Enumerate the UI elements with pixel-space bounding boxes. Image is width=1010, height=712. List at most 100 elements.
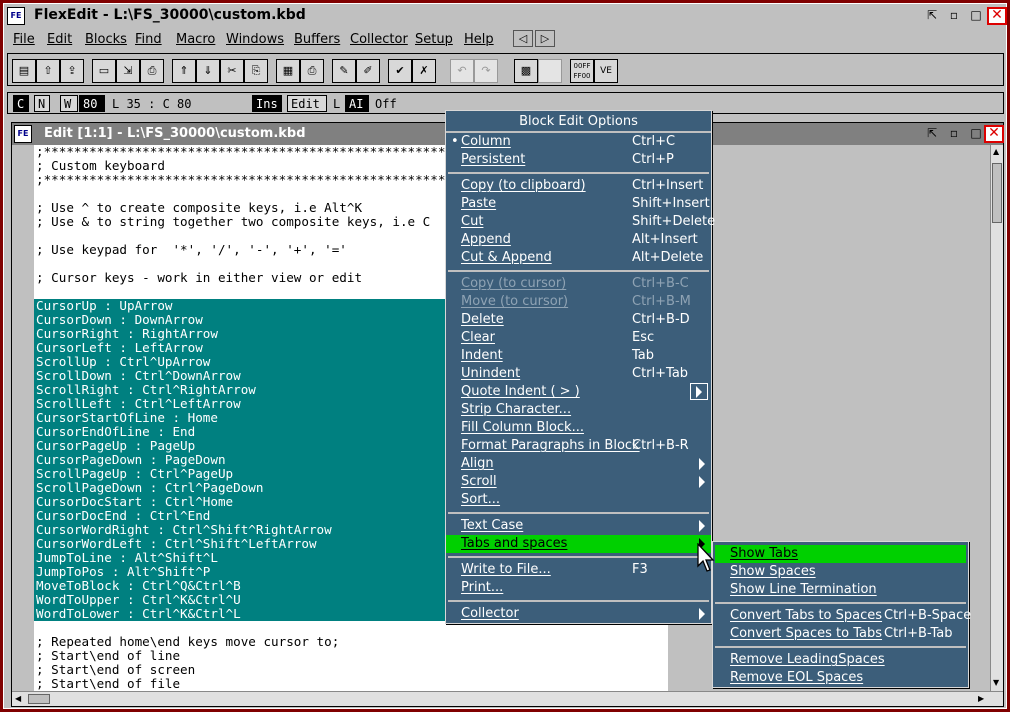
menu-item-text-case[interactable]: Text Case bbox=[446, 517, 711, 535]
menu-item-persistent[interactable]: Persistent Ctrl+P bbox=[446, 151, 711, 169]
minimize-icon[interactable]: ▫ bbox=[944, 7, 964, 25]
text-line[interactable]: ; Repeated home\end keys move cursor to; bbox=[34, 635, 668, 649]
status-c[interactable]: C bbox=[13, 95, 29, 112]
printer-icon[interactable]: ⎙ bbox=[300, 59, 324, 83]
menu-collector[interactable]: Collector bbox=[350, 32, 408, 47]
menu-item-column[interactable]: • Column Ctrl+C bbox=[446, 133, 711, 151]
submenu-arrow-icon bbox=[699, 608, 705, 620]
menu-item-strip-character[interactable]: Strip Character... bbox=[446, 401, 711, 419]
menu-item-align[interactable]: Align bbox=[446, 455, 711, 473]
menu-item-print[interactable]: Print... bbox=[446, 579, 711, 597]
insert-file-icon[interactable]: ⇑ bbox=[172, 59, 196, 83]
menu-item-write-to-file[interactable]: Write to File... F3 bbox=[446, 561, 711, 579]
record-icon[interactable]: ▤ bbox=[12, 59, 36, 83]
menu-item-shortcut: Ctrl+Tab bbox=[632, 366, 689, 381]
previous-window-icon[interactable]: ◁ bbox=[513, 30, 533, 47]
menu-buffers[interactable]: Buffers bbox=[294, 32, 340, 47]
cut-block-icon[interactable]: ⇓ bbox=[196, 59, 220, 83]
replace-icon[interactable]: ✐ bbox=[356, 59, 380, 83]
bookmark-jump-icon[interactable]: ✗ bbox=[412, 59, 436, 83]
menu-item-unindent[interactable]: Unindent Ctrl+Tab bbox=[446, 365, 711, 383]
menu-find[interactable]: Find bbox=[135, 32, 162, 47]
menu-item-show-spaces[interactable]: Show Spaces bbox=[715, 563, 966, 581]
menu-item-remove-leadingspaces[interactable]: Remove LeadingSpaces bbox=[715, 651, 966, 669]
menu-item-fill-column-block[interactable]: Fill Column Block... bbox=[446, 419, 711, 437]
bookmark-icon[interactable]: ✔ bbox=[388, 59, 412, 83]
menu-item-paste[interactable]: Paste Shift+Insert bbox=[446, 195, 711, 213]
menu-setup[interactable]: Setup bbox=[415, 32, 453, 47]
menu-item-tabs-and-spaces[interactable]: Tabs and spaces bbox=[446, 535, 711, 553]
new-file-icon[interactable]: ▭ bbox=[92, 59, 116, 83]
horizontal-scroll-thumb[interactable] bbox=[28, 694, 50, 704]
status-mode[interactable]: Edit bbox=[287, 95, 327, 112]
text-line[interactable]: ; Start\end of file bbox=[34, 677, 668, 691]
menu-item-scroll[interactable]: Scroll bbox=[446, 473, 711, 491]
menu-item-convert-tabs-to-spaces[interactable]: Convert Tabs to Spaces Ctrl+B-Space bbox=[715, 607, 971, 625]
cut-icon[interactable]: ✂ bbox=[220, 59, 244, 83]
open-file-icon[interactable]: ⇲ bbox=[116, 59, 140, 83]
print-file-icon[interactable]: ⎙ bbox=[140, 59, 164, 83]
menu-item-cut[interactable]: Cut Shift+Delete bbox=[446, 213, 715, 231]
text-line[interactable]: ; Start\end of screen bbox=[34, 663, 668, 677]
menu-item-append[interactable]: Append Alt+Insert bbox=[446, 231, 711, 249]
menu-item-show-line-termination[interactable]: Show Line Termination bbox=[715, 581, 966, 599]
menu-item-convert-spaces-to-tabs[interactable]: Convert Spaces to Tabs Ctrl+B-Tab bbox=[715, 625, 966, 643]
maximize-icon[interactable]: □ bbox=[966, 7, 986, 25]
restore-icon[interactable]: ⇱ bbox=[922, 7, 942, 25]
menu-item-label: Copy (to cursor) bbox=[461, 276, 567, 291]
ve-icon[interactable]: VE bbox=[594, 59, 618, 83]
scroll-down-icon[interactable]: ▼ bbox=[993, 678, 999, 687]
menu-macro[interactable]: Macro bbox=[176, 32, 215, 47]
edit-close-button[interactable]: ✕ bbox=[984, 125, 1004, 143]
menu-item-indent[interactable]: Indent Tab bbox=[446, 347, 711, 365]
menu-blocks[interactable]: Blocks bbox=[85, 32, 127, 47]
grid-icon[interactable]: ▩ bbox=[514, 59, 538, 83]
menu-item-move-to-cursor[interactable]: Move (to cursor) Ctrl+B-M bbox=[446, 293, 711, 311]
menu-item-collector[interactable]: Collector bbox=[446, 605, 711, 623]
paste-icon[interactable]: ⎘ bbox=[244, 59, 268, 83]
status-w[interactable]: W bbox=[60, 95, 78, 112]
menu-item-show-tabs[interactable]: Show Tabs bbox=[715, 545, 966, 563]
text-line[interactable]: ; Start\end of line bbox=[34, 649, 668, 663]
status-insert[interactable]: Ins bbox=[252, 95, 282, 112]
save-all-icon[interactable]: ⇪ bbox=[60, 59, 84, 83]
menu-file[interactable]: File bbox=[13, 32, 35, 47]
undo-icon[interactable]: ↶ bbox=[450, 59, 474, 83]
menu-item-shortcut: Ctrl+B-Tab bbox=[884, 626, 953, 641]
menu-item-copy-to-cursor[interactable]: Copy (to cursor) Ctrl+B-C bbox=[446, 275, 711, 293]
menu-item-format-paragraphs-in-block[interactable]: Format Paragraphs in Block Ctrl+B-R bbox=[446, 437, 711, 455]
redo-icon[interactable]: ↷ bbox=[474, 59, 498, 83]
menu-item-delete[interactable]: Delete Ctrl+B-D bbox=[446, 311, 711, 329]
menu-item-copy-to-clipboard[interactable]: Copy (to clipboard) Ctrl+Insert bbox=[446, 177, 711, 195]
edit-minimize-icon[interactable]: ▫ bbox=[944, 125, 964, 143]
scroll-up-icon[interactable]: ▲ bbox=[993, 147, 999, 156]
menu-item-quote-indent[interactable]: Quote Indent ( > ) bbox=[446, 383, 711, 401]
close-button[interactable]: ✕ bbox=[987, 7, 1007, 25]
menu-item-sort[interactable]: Sort... bbox=[446, 491, 711, 509]
scroll-left-icon[interactable]: ◀ bbox=[15, 694, 21, 703]
edit-maximize-icon[interactable]: □ bbox=[966, 125, 986, 143]
vertical-scrollbar[interactable]: ▲ ▼ bbox=[990, 145, 1003, 691]
status-n[interactable]: N bbox=[34, 95, 50, 112]
app-system-menu-icon[interactable]: FE bbox=[7, 7, 25, 25]
status-ai[interactable]: AI bbox=[345, 95, 369, 112]
menu-edit[interactable]: Edit bbox=[47, 32, 72, 47]
next-window-icon[interactable]: ▷ bbox=[535, 30, 555, 47]
find-icon[interactable]: ✎ bbox=[332, 59, 356, 83]
menu-help[interactable]: Help bbox=[464, 32, 494, 47]
app-title: FlexEdit - L:\FS_30000\custom.kbd bbox=[34, 7, 306, 23]
horizontal-scrollbar[interactable]: ◀ ▶ bbox=[12, 691, 1003, 706]
status-width[interactable]: 80 bbox=[79, 95, 105, 112]
menu-item-remove-eol-spaces[interactable]: Remove EOL Spaces bbox=[715, 669, 966, 687]
scroll-right-icon[interactable]: ▶ bbox=[978, 694, 984, 703]
vertical-scroll-thumb[interactable] bbox=[992, 163, 1002, 223]
menu-windows[interactable]: Windows bbox=[226, 32, 284, 47]
save-icon[interactable]: ⇧ bbox=[36, 59, 60, 83]
menu-item-cut-append[interactable]: Cut & Append Alt+Delete bbox=[446, 249, 711, 267]
edit-restore-icon[interactable]: ⇱ bbox=[922, 125, 942, 143]
menu-item-clear[interactable]: Clear Esc bbox=[446, 329, 711, 347]
hex-icon[interactable]: 00FF FF00 bbox=[570, 59, 594, 83]
doc-icon[interactable]: ▦ bbox=[276, 59, 300, 83]
edit-system-menu-icon[interactable]: FE bbox=[14, 125, 32, 143]
blank-icon[interactable] bbox=[538, 59, 562, 83]
